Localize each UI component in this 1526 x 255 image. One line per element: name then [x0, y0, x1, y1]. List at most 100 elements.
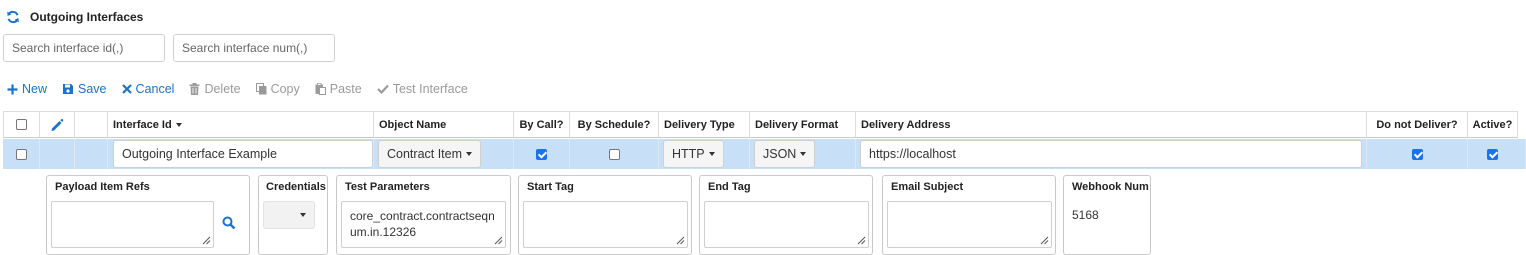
object-name-dropdown[interactable]: Contract Item [378, 140, 482, 168]
by-schedule-checkbox[interactable] [608, 148, 620, 160]
copy-icon [255, 83, 267, 95]
new-button[interactable]: New [7, 82, 47, 96]
paste-icon [315, 83, 326, 95]
refresh-icon[interactable] [6, 10, 20, 24]
do-not-deliver-checkbox[interactable] [1411, 148, 1423, 160]
column-header-interface-id-label: Interface Id [113, 118, 172, 131]
row-blank-cell [75, 139, 108, 169]
end-tag-label: End Tag [708, 181, 751, 193]
email-subject-label: Email Subject [891, 181, 964, 193]
test-parameters-panel: Test Parameters core_contract.contractse… [336, 175, 511, 255]
row-object-name-cell: Contract Item [374, 139, 514, 169]
edit-column-header [40, 111, 75, 138]
start-tag-field[interactable] [523, 201, 688, 248]
column-header-by-schedule[interactable]: By Schedule? [570, 111, 659, 138]
delivery-format-dropdown[interactable]: JSON [754, 140, 816, 168]
test-parameters-field[interactable]: core_contract.contractseqnum.in.12326 [341, 201, 506, 248]
copy-label: Copy [270, 82, 300, 96]
row-delivery-address-cell: https://localhost [856, 139, 1367, 169]
end-tag-field[interactable] [704, 201, 869, 248]
row-interface-id-cell: Outgoing Interface Example [108, 139, 374, 169]
column-header-delivery-format-label: Delivery Format [755, 118, 839, 131]
save-button[interactable]: Save [62, 82, 107, 96]
delivery-type-value: HTTP [672, 147, 705, 161]
chevron-down-icon [466, 152, 473, 156]
delete-button[interactable]: Delete [189, 82, 241, 96]
resize-grip-icon[interactable] [494, 236, 503, 245]
paste-label: Paste [329, 82, 362, 96]
test-interface-label: Test Interface [392, 82, 468, 96]
start-tag-panel: Start Tag [518, 175, 692, 255]
resize-grip-icon[interactable] [676, 236, 685, 245]
save-label: Save [78, 82, 107, 96]
trash-icon [189, 83, 200, 95]
column-header-by-call[interactable]: By Call? [514, 111, 570, 138]
row-edit-cell [40, 139, 75, 169]
toolbar: New Save Cancel Delete Copy Paste Test I… [7, 80, 483, 98]
credentials-dropdown[interactable] [263, 201, 315, 229]
column-header-delivery-type[interactable]: Delivery Type [659, 111, 750, 138]
sort-desc-icon [175, 122, 182, 127]
cancel-button[interactable]: Cancel [121, 82, 175, 96]
column-header-active[interactable]: Active? [1468, 111, 1518, 138]
row-select-checkbox[interactable] [15, 148, 27, 160]
by-call-checkbox[interactable] [536, 148, 547, 160]
email-subject-field[interactable] [887, 201, 1052, 248]
column-header-interface-id[interactable]: Interface Id [108, 111, 374, 138]
select-all-checkbox[interactable] [16, 119, 27, 130]
interface-id-input[interactable]: Outgoing Interface Example [113, 140, 373, 168]
delivery-format-value: JSON [763, 147, 797, 161]
column-header-active-label: Active? [1472, 118, 1513, 131]
search-icon[interactable] [222, 216, 236, 230]
pencil-icon[interactable] [50, 118, 64, 132]
test-parameters-label: Test Parameters [345, 181, 430, 193]
credentials-panel: Credentials [258, 175, 328, 255]
end-tag-panel: End Tag [699, 175, 873, 255]
resize-grip-icon[interactable] [857, 236, 866, 245]
floppy-icon [63, 84, 74, 94]
page-header: Outgoing Interfaces [6, 8, 143, 26]
column-header-delivery-address-label: Delivery Address [861, 118, 951, 131]
delivery-type-dropdown[interactable]: HTTP [663, 140, 724, 168]
column-header-object-name[interactable]: Object Name [374, 111, 514, 138]
paste-button[interactable]: Paste [315, 82, 362, 96]
row-select-cell [3, 139, 40, 169]
column-header-delivery-type-label: Delivery Type [664, 118, 735, 131]
page-title: Outgoing Interfaces [30, 10, 144, 24]
search-interface-id-input[interactable] [3, 34, 165, 62]
delete-label: Delete [204, 82, 241, 96]
webhook-num-value: 5168 [1072, 208, 1099, 222]
copy-button[interactable]: Copy [255, 82, 300, 96]
select-all-cell [3, 111, 40, 138]
email-subject-panel: Email Subject [882, 175, 1056, 255]
payload-item-refs-label: Payload Item Refs [55, 181, 150, 193]
delivery-address-input[interactable]: https://localhost [860, 140, 1362, 168]
plus-icon [7, 84, 18, 94]
column-header-delivery-address[interactable]: Delivery Address [856, 111, 1367, 138]
row-active-cell [1468, 139, 1526, 169]
active-checkbox[interactable] [1487, 148, 1498, 160]
column-header-do-not-deliver[interactable]: Do not Deliver? [1367, 111, 1468, 138]
chevron-down-icon [800, 152, 807, 156]
webhook-num-panel: Webhook Num 5168 [1063, 175, 1151, 255]
payload-item-refs-field[interactable] [51, 201, 214, 248]
test-interface-button[interactable]: Test Interface [376, 82, 468, 96]
cancel-label: Cancel [135, 82, 175, 96]
resize-grip-icon[interactable] [202, 236, 211, 245]
column-header-by-schedule-label: By Schedule? [577, 118, 651, 131]
search-interface-num-input[interactable] [173, 34, 335, 62]
new-label: New [22, 82, 48, 96]
chevron-down-icon [708, 152, 715, 156]
row-delivery-type-cell: HTTP [659, 139, 750, 169]
column-header-object-name-label: Object Name [379, 118, 447, 131]
payload-item-refs-panel: Payload Item Refs [46, 175, 250, 255]
start-tag-label: Start Tag [527, 181, 574, 193]
row-by-call-cell [514, 139, 570, 169]
check-icon [376, 84, 389, 94]
webhook-num-label: Webhook Num [1072, 181, 1149, 193]
resize-grip-icon[interactable] [1040, 236, 1049, 245]
column-header-delivery-format[interactable]: Delivery Format [750, 111, 856, 138]
close-icon [121, 84, 132, 94]
row-do-not-deliver-cell [1367, 139, 1468, 169]
object-name-value: Contract Item [387, 147, 463, 161]
